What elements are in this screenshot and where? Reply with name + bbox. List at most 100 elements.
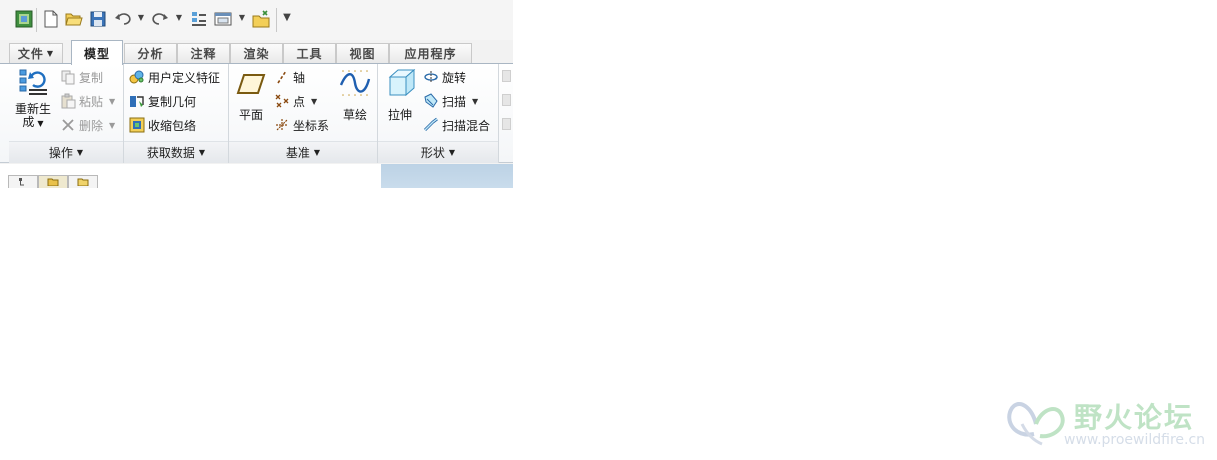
extrude-icon: [384, 67, 416, 99]
save-icon[interactable]: [88, 9, 108, 29]
paste-icon: [59, 92, 77, 110]
group-get-data-label[interactable]: 获取数据 ▼: [124, 141, 228, 163]
copy-button[interactable]: 复制: [59, 66, 103, 88]
chevron-down-icon: ▼: [313, 148, 321, 157]
sketch-label: 草绘: [342, 108, 367, 122]
butterfly-logo-icon: [1007, 402, 1065, 446]
toolbar-separator: [276, 8, 277, 32]
truncated-icon: [502, 118, 511, 130]
regenerate-quick-icon[interactable]: [189, 9, 209, 29]
model-tree-tab[interactable]: [8, 175, 38, 188]
windows-dropdown-icon[interactable]: ▼: [238, 14, 246, 22]
chevron-down-icon: ▼: [472, 96, 479, 106]
group-datum-label[interactable]: 基准 ▼: [229, 141, 377, 163]
graphics-window[interactable]: [381, 164, 513, 188]
truncated-icon: [502, 70, 511, 82]
windows-icon[interactable]: [213, 9, 233, 29]
favorites-folder-icon: [77, 178, 89, 186]
shrinkwrap-label: 收缩包络: [148, 118, 197, 133]
group-datum: 平面 轴 点 ▼ 坐标系 草绘 基准 ▼: [229, 64, 378, 163]
tab-model[interactable]: 模型: [71, 40, 123, 65]
point-label: 点: [293, 94, 306, 109]
plane-button[interactable]: 平面: [232, 67, 270, 122]
plane-label: 平面: [238, 108, 263, 122]
chevron-down-icon: ▼: [46, 49, 55, 58]
quick-access-toolbar: ▼ ▼ ▼ ▼: [0, 0, 513, 40]
regenerate-label-line2: 成: [22, 115, 35, 129]
axis-icon: [273, 68, 291, 86]
extrude-button[interactable]: 拉伸: [381, 67, 419, 122]
swept-blend-button[interactable]: 扫描混合: [422, 114, 490, 136]
redo-icon[interactable]: [150, 9, 170, 29]
point-icon: [273, 92, 291, 110]
undo-dropdown-icon[interactable]: ▼: [137, 14, 145, 22]
tab-applications[interactable]: 应用程序: [389, 43, 472, 63]
copy-geometry-button[interactable]: 复制几何: [128, 90, 196, 112]
delete-x-icon: [59, 116, 77, 134]
copy-geometry-icon: [128, 92, 146, 110]
copy-geometry-label: 复制几何: [148, 94, 197, 109]
plane-icon: [235, 67, 267, 99]
swept-blend-label: 扫描混合: [442, 118, 491, 133]
point-button[interactable]: 点 ▼: [273, 90, 317, 112]
paste-label: 粘贴: [79, 94, 104, 109]
user-defined-feature-label: 用户定义特征: [148, 70, 221, 85]
revolve-button[interactable]: 旋转: [422, 66, 466, 88]
truncated-icon: [502, 94, 511, 106]
paste-button[interactable]: 粘贴 ▼: [59, 90, 115, 112]
tab-file[interactable]: 文件 ▼: [9, 43, 63, 63]
watermark-url: www.proewildfire.cn: [1064, 432, 1206, 448]
close-window-icon[interactable]: [251, 9, 271, 29]
workspace-area: [0, 164, 513, 188]
extrude-label: 拉伸: [387, 108, 412, 122]
open-folder-icon[interactable]: [64, 9, 84, 29]
chevron-down-icon: ▼: [37, 119, 44, 128]
chevron-down-icon: ▼: [109, 96, 116, 106]
folder-browser-icon: [47, 178, 59, 186]
model-tree-icon: [19, 178, 24, 186]
delete-label: 删除: [79, 118, 104, 133]
chevron-down-icon: ▼: [311, 96, 318, 106]
coord-system-icon: [273, 116, 291, 134]
redo-dropdown-icon[interactable]: ▼: [175, 14, 183, 22]
tab-render[interactable]: 渲染: [230, 43, 283, 63]
undo-icon[interactable]: [113, 9, 133, 29]
folder-browser-tab[interactable]: [38, 175, 68, 188]
udf-icon: [128, 68, 146, 86]
regenerate-button[interactable]: 重新生 成 ▼: [12, 67, 54, 130]
axis-button[interactable]: 轴: [273, 66, 305, 88]
revolve-label: 旋转: [442, 70, 467, 85]
axis-label: 轴: [293, 70, 306, 85]
watermark-title: 野火论坛: [1074, 401, 1195, 434]
tab-file-label: 文件: [17, 47, 44, 61]
favorites-tab[interactable]: [68, 175, 98, 188]
delete-button[interactable]: 删除 ▼: [59, 114, 115, 136]
group-get-data: 用户定义特征 复制几何 收缩包络 获取数据 ▼: [124, 64, 229, 163]
creo-window: ▼ ▼ ▼ ▼ 文件 ▼ 模型 分析 注释 渲染 工具 视图 应用程序 重新生 …: [0, 0, 513, 188]
tab-render-label: 渲染: [243, 47, 270, 61]
shrinkwrap-button[interactable]: 收缩包络: [128, 114, 196, 136]
tab-annotate[interactable]: 注释: [177, 43, 230, 63]
tab-analysis-label: 分析: [137, 47, 164, 61]
sweep-button[interactable]: 扫描 ▼: [422, 90, 478, 112]
copy-label: 复制: [79, 70, 104, 85]
tab-view[interactable]: 视图: [336, 43, 389, 63]
tab-model-label: 模型: [83, 46, 110, 61]
group-shapes-label[interactable]: 形状 ▼: [378, 141, 498, 163]
shrinkwrap-icon: [128, 116, 146, 134]
coord-system-button[interactable]: 坐标系: [273, 114, 329, 136]
group-engineering-truncated: [502, 68, 513, 138]
tab-applications-label: 应用程序: [404, 47, 457, 61]
new-file-icon[interactable]: [41, 9, 61, 29]
app-menu-icon[interactable]: [14, 9, 34, 29]
ribbon-panel: 重新生 成 ▼ 复制 粘贴 ▼ 删除 ▼ 操作 ▼ 用户定义特征 复制几何 收缩…: [0, 64, 513, 163]
chevron-down-icon: ▼: [109, 120, 116, 130]
watermark-logo: 野火论坛 www.proewildfire.cn: [1004, 394, 1214, 454]
tab-tools[interactable]: 工具: [283, 43, 336, 63]
user-defined-feature-button[interactable]: 用户定义特征: [128, 66, 220, 88]
tab-analysis[interactable]: 分析: [124, 43, 177, 63]
customize-toolbar-icon[interactable]: ▼: [283, 13, 291, 23]
group-operations-label[interactable]: 操作 ▼: [9, 141, 123, 163]
tab-tools-label: 工具: [296, 47, 323, 61]
sketch-button[interactable]: 草绘: [336, 67, 374, 122]
